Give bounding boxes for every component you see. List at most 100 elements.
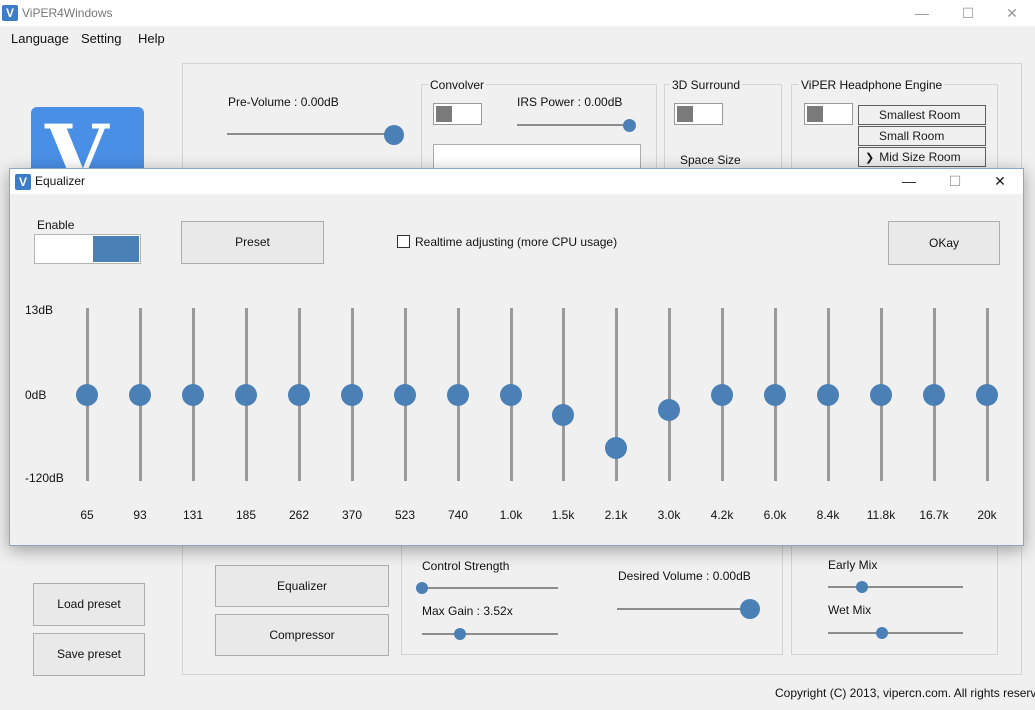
eq-band-slider-thumb[interactable]	[764, 384, 786, 406]
eq-band-frequency-label: 131	[182, 508, 204, 522]
eq-band-frequency-label: 740	[447, 508, 469, 522]
eq-band-frequency-label: 20k	[977, 508, 997, 522]
compressor-button[interactable]: Compressor	[215, 614, 389, 656]
save-preset-button[interactable]: Save preset	[33, 633, 145, 676]
early-mix-slider-thumb[interactable]	[856, 581, 868, 593]
wet-mix-label: Wet Mix	[828, 603, 872, 617]
early-mix-track	[828, 586, 963, 588]
wet-mix-slider-thumb[interactable]	[876, 627, 888, 639]
eq-band-slider-thumb[interactable]	[76, 384, 98, 406]
eq-band-slider-thumb[interactable]	[923, 384, 945, 406]
eq-band-slider-thumb[interactable]	[129, 384, 151, 406]
equalizer-button[interactable]: Equalizer	[215, 565, 389, 607]
max-gain-slider-thumb[interactable]	[454, 628, 466, 640]
eq-band-slider-thumb[interactable]	[182, 384, 204, 406]
eq-band-track	[668, 308, 671, 481]
enable-toggle[interactable]	[34, 234, 141, 264]
space-size-label: Space Size	[680, 153, 741, 167]
convolver-title: Convolver	[428, 78, 487, 92]
control-strength-slider-thumb[interactable]	[416, 582, 428, 594]
pre-volume-slider-thumb[interactable]	[384, 125, 404, 145]
eq-band-slider-thumb[interactable]	[658, 399, 680, 421]
room-small[interactable]: Small Room	[858, 126, 986, 146]
eq-band-slider-thumb[interactable]	[394, 384, 416, 406]
window-title: ViPER4Windows	[22, 6, 113, 20]
equalizer-dialog: V Equalizer — ☐ ✕ Enable Preset Realtime…	[9, 168, 1024, 546]
scale-top-label: 13dB	[25, 303, 54, 317]
eq-band-frequency-label: 185	[235, 508, 257, 522]
eq-band-slider-thumb[interactable]	[235, 384, 257, 406]
irs-power-track	[517, 124, 629, 126]
eq-band-slider-thumb[interactable]	[817, 384, 839, 406]
eq-band-slider-thumb[interactable]	[341, 384, 363, 406]
eq-band-frequency-label: 523	[394, 508, 416, 522]
surround-title: 3D Surround	[670, 78, 743, 92]
eq-band-frequency-label: 2.1k	[604, 508, 628, 522]
eq-band-slider-thumb[interactable]	[711, 384, 733, 406]
eq-maximize-button[interactable]: ☐	[932, 169, 978, 194]
minimize-button[interactable]: —	[899, 0, 945, 26]
desired-volume-label: Desired Volume : 0.00dB	[618, 569, 751, 583]
toggle-knob	[677, 106, 693, 122]
enable-label: Enable	[37, 218, 75, 232]
eq-minimize-button[interactable]: —	[886, 169, 932, 194]
convolver-toggle[interactable]	[433, 103, 482, 125]
eq-band-slider-thumb[interactable]	[605, 437, 627, 459]
early-mix-label: Early Mix	[828, 558, 878, 572]
eq-band-frequency-label: 3.0k	[657, 508, 681, 522]
equalizer-title: Equalizer	[35, 174, 86, 188]
preset-button[interactable]: Preset	[181, 221, 324, 264]
enable-toggle-knob	[93, 236, 139, 262]
room-smallest[interactable]: Smallest Room	[858, 105, 986, 125]
menu-language[interactable]: Language	[11, 31, 69, 46]
room-small-label: Small Room	[879, 129, 945, 143]
eq-band-frequency-label: 93	[133, 508, 147, 522]
eq-band-slider-thumb[interactable]	[870, 384, 892, 406]
copyright-text: Copyright (C) 2013, vipercn.com. All rig…	[775, 686, 1035, 700]
desired-volume-track	[617, 608, 750, 610]
menu-setting[interactable]: Setting	[81, 31, 121, 46]
eq-band-frequency-label: 262	[288, 508, 310, 522]
room-smallest-label: Smallest Room	[879, 108, 961, 122]
load-preset-button[interactable]: Load preset	[33, 583, 145, 626]
close-button[interactable]: ✕	[989, 0, 1035, 26]
eq-band-slider-thumb[interactable]	[500, 384, 522, 406]
main-titlebar: V ViPER4Windows — ☐ ✕	[0, 0, 1035, 26]
wet-mix-track	[828, 632, 963, 634]
surround-toggle[interactable]	[674, 103, 723, 125]
irs-power-label: IRS Power : 0.00dB	[517, 95, 623, 109]
equalizer-app-icon: V	[15, 174, 31, 190]
scale-mid-label: 0dB	[25, 388, 47, 402]
desired-volume-slider-thumb[interactable]	[740, 599, 760, 619]
eq-band-frequency-label: 1.0k	[499, 508, 523, 522]
eq-band-slider-thumb[interactable]	[288, 384, 310, 406]
pre-volume-track	[227, 133, 394, 135]
eq-band-frequency-label: 1.5k	[551, 508, 575, 522]
irs-power-slider-thumb[interactable]	[623, 119, 636, 132]
eq-band-frequency-label: 6.0k	[763, 508, 787, 522]
eq-band-slider-thumb[interactable]	[976, 384, 998, 406]
control-strength-label: Control Strength	[422, 559, 510, 573]
toggle-knob	[807, 106, 823, 122]
eq-close-button[interactable]: ✕	[977, 169, 1023, 194]
menu-bar: Language Setting Help	[0, 26, 1035, 50]
eq-band-frequency-label: 11.8k	[866, 508, 896, 522]
viper-logo: V	[31, 107, 144, 177]
app-icon: V	[2, 5, 18, 21]
eq-band-frequency-label: 16.7k	[919, 508, 949, 522]
reverb-group	[791, 540, 998, 655]
eq-band-slider-thumb[interactable]	[552, 404, 574, 426]
eq-band-slider-thumb[interactable]	[447, 384, 469, 406]
headphone-toggle[interactable]	[804, 103, 853, 125]
eq-band-frequency-label: 370	[341, 508, 363, 522]
eq-band-frequency-label: 4.2k	[710, 508, 734, 522]
menu-help[interactable]: Help	[138, 31, 165, 46]
maximize-button[interactable]: ☐	[945, 0, 991, 26]
scale-bottom-label: -120dB	[25, 471, 64, 485]
okay-button[interactable]: OKay	[888, 221, 1000, 265]
realtime-label: Realtime adjusting (more CPU usage)	[415, 235, 618, 249]
max-gain-label: Max Gain : 3.52x	[422, 604, 513, 618]
room-mid-size-label: Mid Size Room	[879, 150, 961, 164]
realtime-checkbox[interactable]	[397, 235, 410, 248]
room-mid-size[interactable]: ❯ Mid Size Room	[858, 147, 986, 167]
